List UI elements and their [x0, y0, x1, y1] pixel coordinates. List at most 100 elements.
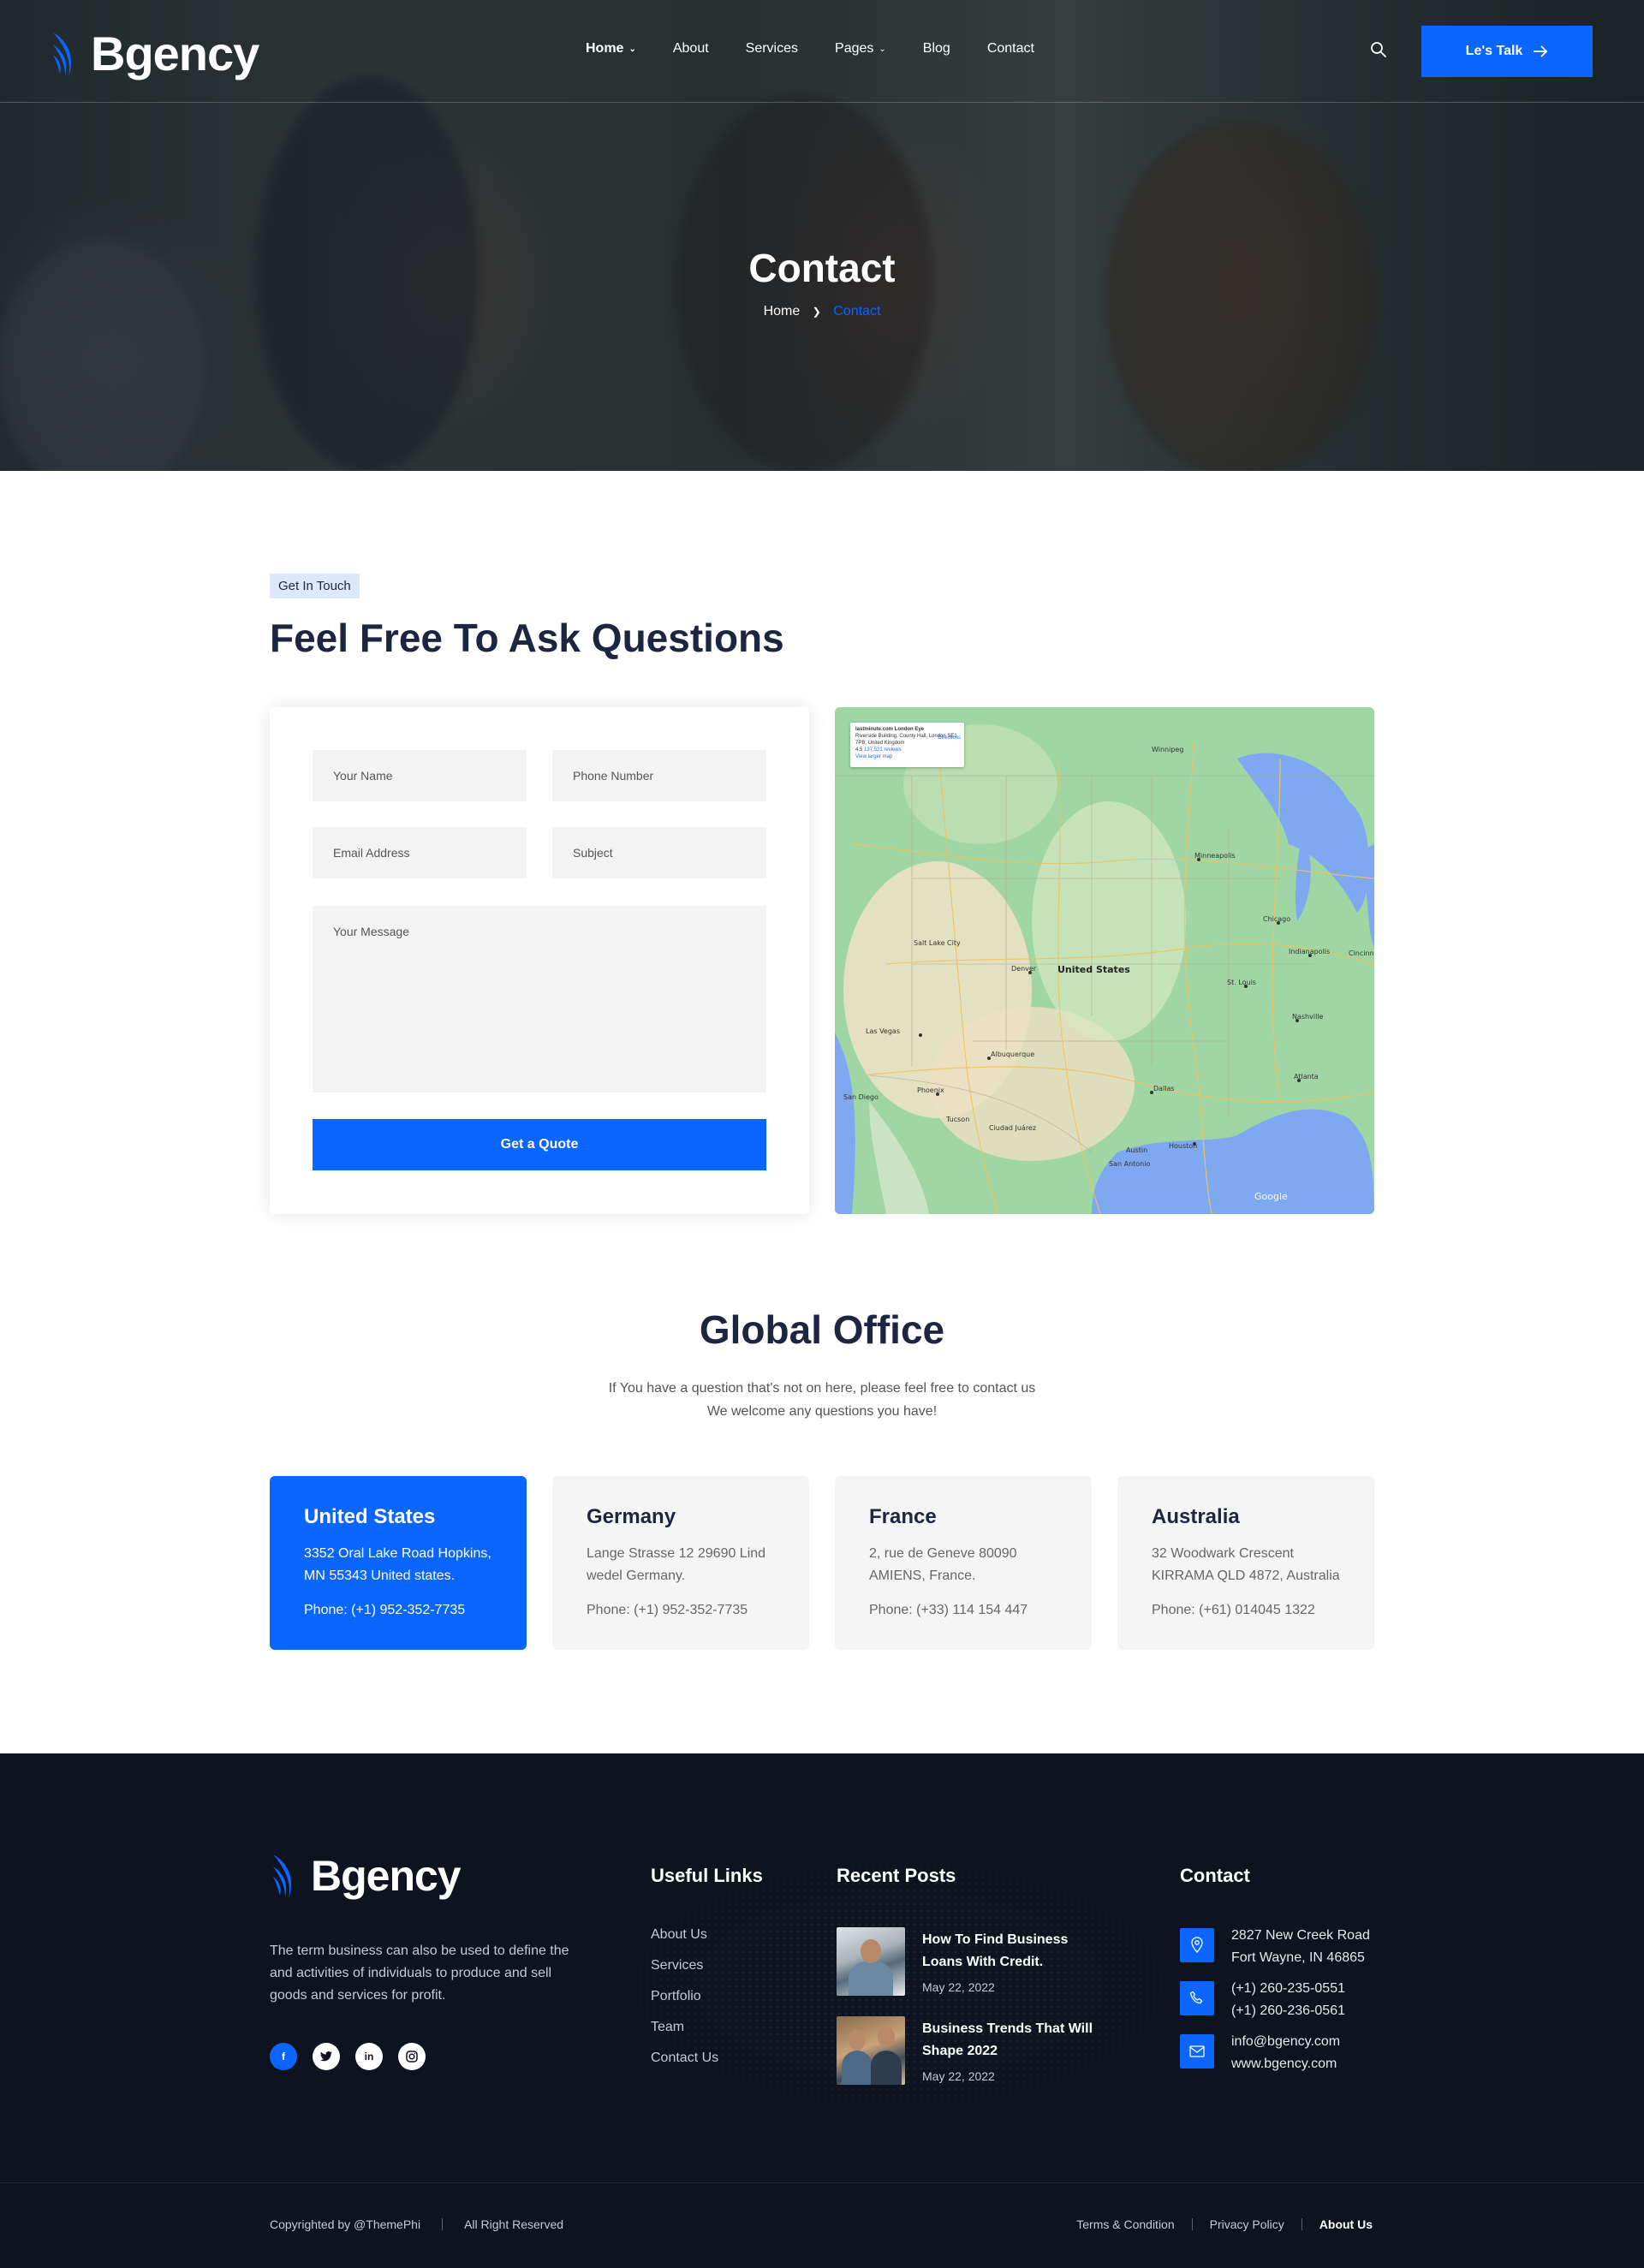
map-country-label: United States	[1057, 964, 1130, 975]
location-pin-icon	[1180, 1928, 1214, 1962]
nav-item-about[interactable]: About	[673, 41, 709, 57]
footer-bottom-bar: Copyrighted by @ThemePhi All Right Reser…	[0, 2182, 1644, 2268]
section-title: Feel Free To Ask Questions	[270, 616, 784, 660]
map-city-label: Tucson	[945, 1116, 969, 1123]
name-field[interactable]	[313, 750, 527, 801]
office-country: Australia	[1152, 1505, 1240, 1528]
map-city-label: Winnipeg	[1152, 746, 1183, 753]
office-address: 2, rue de Geneve 80090 AMIENS, France.	[869, 1546, 1017, 1583]
map-google-attribution: Google	[1254, 1191, 1288, 1202]
breadcrumb: Home ❯ Contact	[0, 304, 1644, 319]
footer-brand-logo[interactable]: Bgency	[270, 1851, 462, 1901]
subject-field[interactable]	[552, 827, 766, 878]
map-city-label: Atlanta	[1294, 1073, 1319, 1080]
recent-posts-title: Recent Posts	[837, 1865, 956, 1886]
brand-logo[interactable]: Bgency	[50, 26, 259, 81]
office-card-united-states: United States 3352 Oral Lake Road Hopkin…	[270, 1476, 527, 1650]
footer-link-contact-us[interactable]: Contact Us	[651, 2048, 718, 2068]
lets-talk-label: Le's Talk	[1465, 44, 1523, 58]
footer-link-services[interactable]: Services	[651, 1955, 718, 1975]
post-thumbnail-person	[849, 1961, 893, 1996]
instagram-icon[interactable]	[398, 2043, 426, 2070]
map-city-label: Dallas	[1153, 1085, 1175, 1092]
map-city-label: St. Louis	[1227, 979, 1256, 986]
post-date: May 22, 2022	[922, 1980, 995, 1994]
twitter-icon[interactable]	[313, 2043, 340, 2070]
map-city-label: Nashville	[1292, 1013, 1324, 1021]
contact-address-line: Fort Wayne, IN 46865	[1231, 1950, 1365, 1965]
post-thumbnail-person	[878, 2027, 895, 2047]
post-title[interactable]: Business Trends That Will Shape 2022	[922, 2018, 1093, 2063]
nav-item-label: Blog	[922, 41, 950, 56]
email-field[interactable]	[313, 827, 527, 878]
post-thumbnail	[837, 2016, 905, 2085]
map-place-title: lastminute.com London Eye	[855, 727, 925, 732]
post-thumbnail-person	[861, 1939, 881, 1963]
map-city-label: San Antonio	[1109, 1160, 1150, 1168]
post-thumbnail-person	[849, 2030, 866, 2051]
contact-website[interactable]: www.bgency.com	[1231, 2053, 1340, 2075]
main-navbar: Bgency Home ⌄ About Services Pages ⌄ Blo…	[0, 0, 1644, 103]
office-address: 3352 Oral Lake Road Hopkins, MN 55343 Un…	[304, 1546, 491, 1583]
chevron-down-icon: ⌄	[879, 44, 886, 54]
linkedin-icon[interactable]: in	[355, 2043, 383, 2070]
search-icon[interactable]	[1368, 39, 1389, 60]
phone-icon	[1180, 1981, 1214, 2015]
map-city-label: Indianapolis	[1289, 948, 1330, 955]
terms-link[interactable]: Terms & Condition	[1076, 2217, 1174, 2231]
global-office-subtitle-line: If You have a question that's not on her…	[608, 1381, 1036, 1396]
footer-bottom-links: Terms & Condition Privacy Policy About U…	[1076, 2217, 1373, 2231]
privacy-link[interactable]: Privacy Policy	[1210, 2217, 1284, 2231]
office-country: United States	[304, 1505, 436, 1528]
brand-name: Bgency	[91, 27, 259, 80]
nav-item-contact[interactable]: Contact	[987, 41, 1034, 57]
contact-phone-number[interactable]: (+1) 260-236-0561	[1231, 2000, 1345, 2022]
footer-link-about-us[interactable]: About Us	[651, 1925, 718, 1944]
contact-phone-number[interactable]: (+1) 260-235-0551	[1231, 1978, 1345, 2000]
useful-links-title: Useful Links	[651, 1865, 763, 1886]
message-field[interactable]	[313, 906, 766, 1092]
office-phone: Phone: (+33) 114 154 447	[869, 1603, 1028, 1617]
global-office-subtitle-line: We welcome any questions you have!	[706, 1404, 938, 1419]
office-phone: Phone: (+1) 952-352-7735	[587, 1603, 748, 1617]
copyright: Copyrighted by @ThemePhi All Right Reser…	[270, 2217, 563, 2231]
map-city-label: Albuquerque	[991, 1051, 1034, 1058]
get-quote-button[interactable]: Get a Quote	[313, 1119, 766, 1170]
nav-item-home[interactable]: Home ⌄	[586, 41, 636, 57]
nav-item-pages[interactable]: Pages ⌄	[835, 41, 886, 57]
nav-item-label: About	[672, 41, 709, 56]
breadcrumb-home-link[interactable]: Home	[764, 304, 801, 318]
divider	[442, 2218, 444, 2230]
recent-post[interactable]: How To Find Business Loans With Credit. …	[837, 1927, 1093, 1996]
post-thumbnail-person	[842, 2051, 873, 2085]
about-us-link[interactable]: About Us	[1319, 2217, 1373, 2231]
map-city-label: Chicago	[1263, 915, 1290, 923]
map-city-label: Cincinnati	[1349, 949, 1374, 957]
map-canvas[interactable]: Minneapolis Chicago Denver Las Vegas Alb…	[835, 707, 1374, 1214]
lets-talk-button[interactable]: Le's Talk	[1421, 26, 1593, 77]
contact-email-address[interactable]: info@bgency.com	[1231, 2031, 1340, 2053]
phone-field[interactable]	[552, 750, 766, 801]
facebook-icon[interactable]: f	[270, 2043, 297, 2070]
footer-link-team[interactable]: Team	[651, 2017, 718, 2037]
post-thumbnail	[837, 1927, 905, 1996]
footer-brand-name: Bgency	[311, 1852, 462, 1900]
map-place-reviews: 137,521 reviews	[864, 747, 902, 753]
nav-item-services[interactable]: Services	[746, 41, 798, 57]
map-view-larger-link[interactable]: View larger map	[855, 753, 959, 760]
post-title[interactable]: How To Find Business Loans With Credit.	[922, 1929, 1093, 1973]
useful-links-list: About Us Services Portfolio Team Contact…	[651, 1925, 718, 2079]
nav-item-blog[interactable]: Blog	[923, 41, 950, 57]
footer-link-portfolio[interactable]: Portfolio	[651, 1986, 718, 2006]
recent-post[interactable]: Business Trends That Will Shape 2022 May…	[837, 2016, 1093, 2085]
map-embed[interactable]: Minneapolis Chicago Denver Las Vegas Alb…	[835, 707, 1374, 1214]
office-card-france: France 2, rue de Geneve 80090 AMIENS, Fr…	[835, 1476, 1092, 1650]
nav-menu: Home ⌄ About Services Pages ⌄ Blog Conta…	[586, 41, 1071, 57]
logo-mark-icon	[53, 32, 72, 77]
map-directions-link[interactable]: Directions	[938, 735, 961, 741]
map-city-label: Phoenix	[917, 1086, 944, 1094]
nav-item-label: Pages	[835, 41, 874, 56]
contact-section: Get In Touch Feel Free To Ask Questions …	[0, 471, 1644, 1753]
map-place-card: lastminute.com London Eye Riverside Buil…	[850, 723, 964, 767]
global-office-subtitle: If You have a question that's not on her…	[0, 1377, 1644, 1423]
